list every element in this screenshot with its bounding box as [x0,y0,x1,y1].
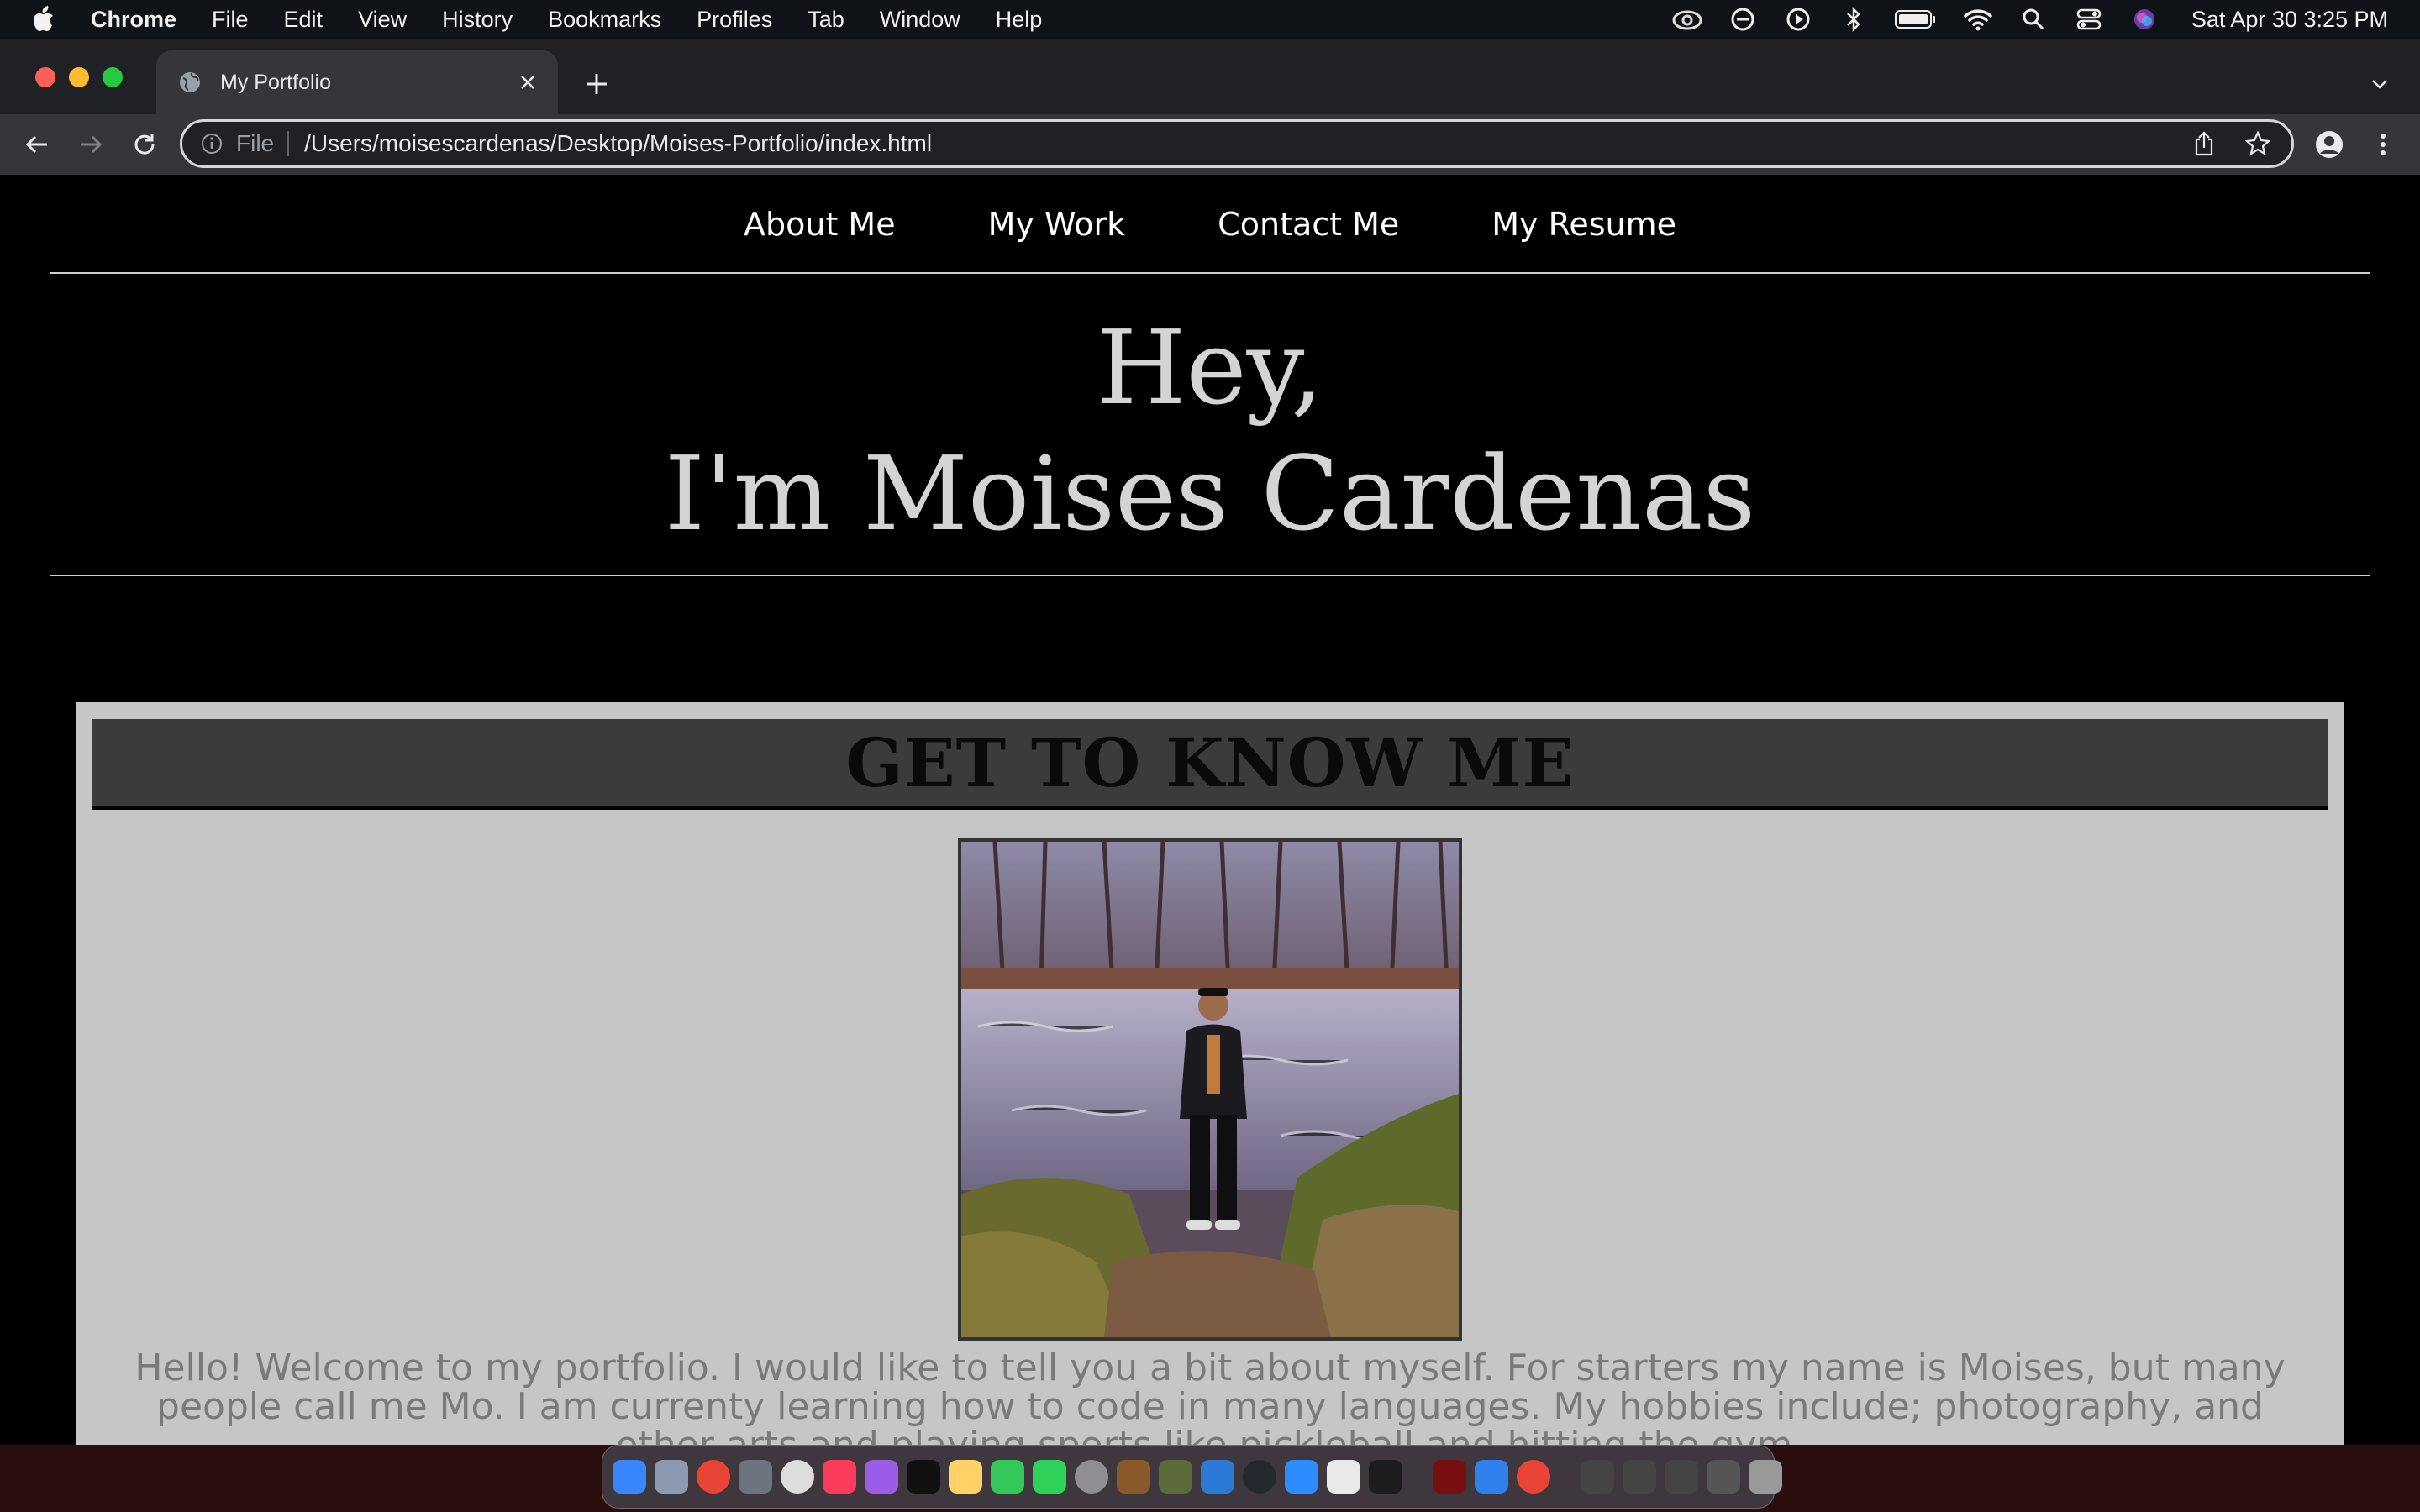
tv-icon[interactable] [907,1460,940,1494]
reload-button[interactable] [126,126,163,163]
vscode-icon[interactable] [1201,1460,1234,1494]
menu-edit[interactable]: Edit [284,7,324,33]
macos-menu-bar: Chrome File Edit View History Bookmarks … [0,0,2420,39]
hero-heading: Hey, I'm Moises Cardenas [0,309,2420,553]
menubar-clock[interactable]: Sat Apr 30 3:25 PM [2191,7,2388,33]
facetime-icon[interactable] [1033,1460,1066,1494]
menu-profiles[interactable]: Profiles [697,7,772,33]
address-scheme: File [236,130,275,156]
menu-bookmarks[interactable]: Bookmarks [548,7,661,33]
minimized-window-icon[interactable] [1581,1460,1614,1494]
downloads-stack-icon[interactable] [1707,1460,1740,1494]
sync-icon[interactable] [1728,7,1758,32]
info-icon[interactable] [199,131,224,156]
share-icon[interactable] [2189,129,2219,159]
wifi-icon[interactable] [1963,7,1993,32]
chrome-icon[interactable] [697,1460,730,1494]
about-section: GET TO KNOW ME Hello! Welcome to my port… [76,702,2344,1445]
compass-icon[interactable] [781,1460,814,1494]
filezilla-icon[interactable] [1433,1460,1466,1494]
bookmark-star-icon[interactable] [2243,129,2273,159]
menu-history[interactable]: History [442,7,513,33]
nav-divider [50,272,2370,274]
battery-icon[interactable] [1894,7,1938,32]
launchpad-icon[interactable] [655,1460,688,1494]
address-url[interactable]: /Users/moisescardenas/Desktop/Moises-Por… [304,130,2189,157]
about-title: GET TO KNOW ME [845,723,1575,802]
status-area: Sat Apr 30 3:25 PM [1672,0,2388,39]
browser-tab-strip: My Portfolio [0,39,2420,114]
mail-icon[interactable] [1475,1460,1508,1494]
profile-avatar-icon[interactable] [2311,126,2348,163]
new-tab-button[interactable] [580,67,613,101]
podcasts-icon[interactable] [865,1460,898,1494]
control-center-icon[interactable] [2074,7,2104,32]
tab-title: My Portfolio [220,70,331,94]
minimized-window-icon-2[interactable] [1623,1460,1656,1494]
back-button[interactable] [18,126,55,163]
bluetooth-icon[interactable] [1839,7,1869,32]
trash-icon[interactable] [1749,1460,1782,1494]
github-icon[interactable] [1243,1460,1276,1494]
hero-divider [50,575,2370,576]
nav-about-me[interactable]: About Me [744,206,896,243]
settings-icon[interactable] [1075,1460,1108,1494]
nav-contact-me[interactable]: Contact Me [1218,206,1399,243]
spotlight-search-icon[interactable] [2018,7,2049,32]
messages-icon[interactable] [991,1460,1024,1494]
siri-icon[interactable] [2129,7,2160,32]
about-header: GET TO KNOW ME [92,719,2328,810]
minimized-window-icon-3[interactable] [1665,1460,1698,1494]
kebab-menu-icon[interactable] [2365,126,2402,163]
menu-tab[interactable]: Tab [808,7,844,33]
window-minimize-button[interactable] [69,67,89,87]
terminal-icon[interactable] [1369,1460,1402,1494]
notes-icon[interactable] [949,1460,982,1494]
nav-my-work[interactable]: My Work [988,206,1126,243]
menu-view[interactable]: View [358,7,407,33]
menu-help[interactable]: Help [996,7,1043,33]
address-bar[interactable]: File /Users/moisescardenas/Desktop/Moise… [180,119,2294,168]
tab-my-portfolio[interactable]: My Portfolio [156,50,558,114]
globe-icon [178,71,202,94]
apple-logo-icon[interactable] [32,5,57,34]
window-close-button[interactable] [35,67,55,87]
finder-icon[interactable] [613,1460,646,1494]
hero-name: I'm Moises Cardenas [664,434,1756,554]
site-navigation: About Me My Work Contact Me My Resume [0,175,2420,274]
creative-cloud-icon[interactable] [1672,7,1702,32]
chevron-down-icon[interactable] [2365,69,2395,99]
hero-greeting: Hey, [1096,308,1324,428]
about-paragraph: Hello! Welcome to my portfolio. I would … [134,1347,2286,1446]
profile-photo [958,838,1462,1341]
menu-app-chrome[interactable]: Chrome [91,7,176,33]
music-icon[interactable] [823,1460,856,1494]
browser-toolbar: File /Users/moisescardenas/Desktop/Moise… [0,114,2420,175]
nav-my-resume[interactable]: My Resume [1491,206,1676,243]
app-icon[interactable] [1159,1460,1192,1494]
menu-window[interactable]: Window [880,7,960,33]
page-viewport: About Me My Work Contact Me My Resume He… [0,175,2420,1445]
chrome-secondary-icon[interactable] [1517,1460,1550,1494]
zoom-icon[interactable] [1285,1460,1318,1494]
game-icon[interactable] [1117,1460,1150,1494]
forward-button[interactable] [72,126,109,163]
play-circle-icon[interactable] [1783,7,1813,32]
menu-file[interactable]: File [212,7,249,33]
slack-icon[interactable] [1327,1460,1360,1494]
address-divider [287,131,290,156]
window-maximize-button[interactable] [103,67,123,87]
macos-dock [602,1445,1782,1509]
tool-icon[interactable] [739,1460,772,1494]
tab-close-icon[interactable] [513,67,543,97]
